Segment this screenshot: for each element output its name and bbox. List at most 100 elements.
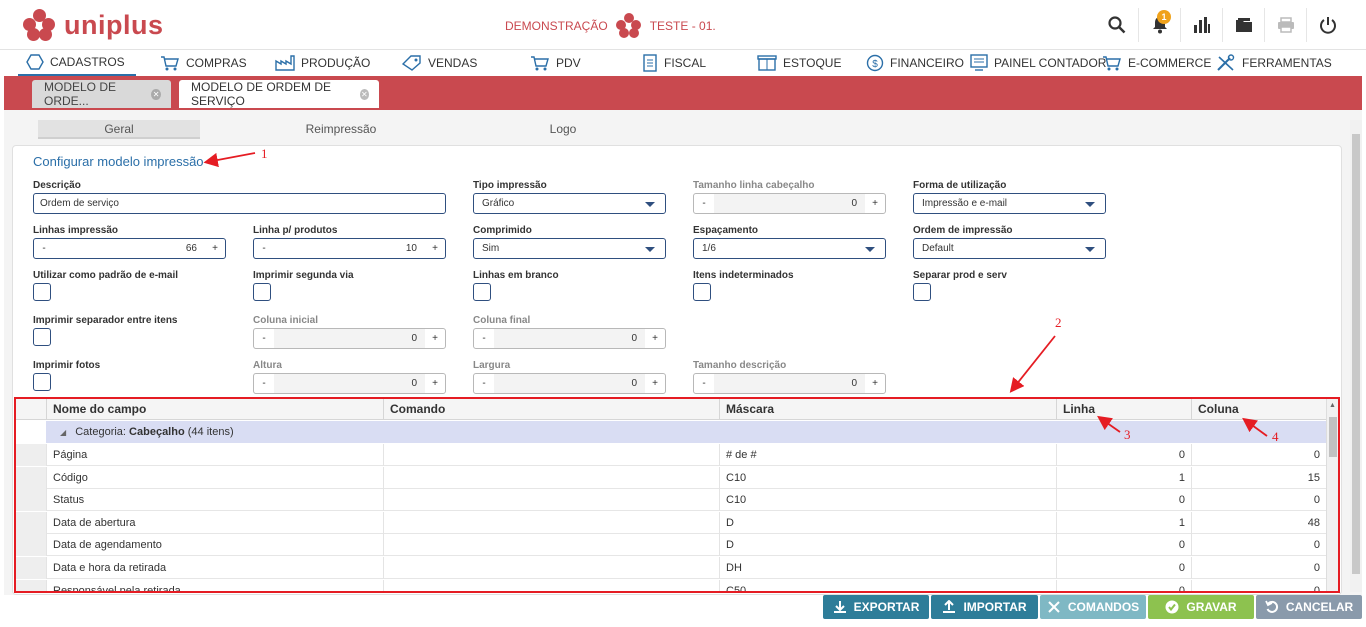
group-row-cabecalho[interactable]: ◢ Categoria: Cabeçalho (44 itens) — [46, 421, 1326, 443]
stepper-value[interactable]: 0 — [494, 329, 645, 348]
itens-indeterminados-checkbox[interactable] — [693, 283, 711, 301]
increment-button[interactable]: + — [425, 329, 445, 348]
table-cell[interactable]: 0 — [1056, 557, 1191, 579]
table-row[interactable]: Data e hora da retirada DH 0 0 — [16, 557, 1326, 579]
table-cell[interactable]: 0 — [1191, 579, 1326, 591]
table-cell[interactable] — [383, 534, 719, 557]
decrement-button[interactable]: - — [694, 374, 714, 393]
linhas-impressao-stepper[interactable]: - 66 + — [33, 238, 226, 259]
decrement-button[interactable]: - — [474, 329, 494, 348]
increment-button[interactable]: + — [425, 239, 445, 258]
collapse-icon[interactable]: ◢ — [60, 428, 66, 437]
separador-itens-checkbox[interactable] — [33, 328, 51, 346]
scroll-thumb[interactable] — [1352, 134, 1360, 574]
menu-vendas[interactable]: VENDAS — [394, 50, 485, 76]
coluna-inicial-stepper[interactable]: - 0 + — [253, 328, 446, 349]
decrement-button[interactable]: - — [694, 194, 714, 213]
stepper-value[interactable]: 66 — [54, 239, 205, 258]
table-row[interactable]: Responsável pela retirada C50 0 0 — [16, 579, 1326, 591]
files-button[interactable] — [1222, 8, 1264, 42]
imprimir-fotos-checkbox[interactable] — [33, 373, 51, 391]
increment-button[interactable]: + — [865, 374, 885, 393]
table-cell[interactable]: 0 — [1056, 489, 1191, 512]
table-row[interactable]: Status C10 0 0 — [16, 489, 1326, 512]
increment-button[interactable]: + — [425, 374, 445, 393]
table-cell[interactable]: Responsável pela retirada — [46, 579, 383, 591]
table-row[interactable]: Página # de #0 0 — [16, 444, 1326, 466]
table-row[interactable]: Código C10 1 15 — [16, 466, 1326, 489]
row-selector[interactable] — [16, 534, 46, 557]
table-cell[interactable] — [383, 444, 719, 466]
row-selector[interactable] — [16, 579, 46, 591]
tamanho-descricao-stepper[interactable]: - 0 + — [693, 373, 886, 394]
comandos-button[interactable]: COMANDOS — [1040, 595, 1146, 619]
table-cell[interactable]: Página — [46, 444, 383, 466]
table-row[interactable]: Data de abertura D 1 48 — [16, 511, 1326, 534]
menu-ferramentas[interactable]: FERRAMENTAS — [1208, 50, 1340, 76]
logout-button[interactable] — [1306, 8, 1348, 42]
print-button[interactable] — [1264, 8, 1306, 42]
notifications-button[interactable]: 1 — [1138, 8, 1180, 42]
forma-utilizacao-select[interactable]: Impressão e e-mail — [913, 193, 1106, 214]
tamanho-linha-cabecalho-stepper[interactable]: - 0 + — [693, 193, 886, 214]
increment-button[interactable]: + — [205, 239, 225, 258]
largura-stepper[interactable]: - 0 + — [473, 373, 666, 394]
menu-estoque[interactable]: ESTOQUE — [749, 50, 849, 76]
stepper-value[interactable]: 0 — [714, 194, 865, 213]
table-cell[interactable]: C10 — [719, 466, 1056, 489]
decrement-button[interactable]: - — [474, 374, 494, 393]
separar-prod-serv-checkbox[interactable] — [913, 283, 931, 301]
gravar-button[interactable]: GRAVAR — [1148, 595, 1254, 619]
menu-fiscal[interactable]: FISCAL — [634, 50, 714, 76]
close-icon[interactable]: ✕ — [151, 88, 161, 100]
padrao-email-checkbox[interactable] — [33, 283, 51, 301]
table-cell[interactable]: Código — [46, 466, 383, 489]
comprimido-select[interactable]: Sim — [473, 238, 666, 259]
increment-button[interactable]: + — [645, 329, 665, 348]
table-cell[interactable]: 0 — [1191, 534, 1326, 557]
row-selector[interactable] — [16, 511, 46, 534]
descricao-input[interactable]: Ordem de serviço — [33, 193, 446, 214]
table-cell[interactable] — [383, 511, 719, 534]
table-cell[interactable]: Status — [46, 489, 383, 512]
subtab-reimpressao[interactable]: Reimpressão — [260, 120, 422, 139]
stepper-value[interactable]: 0 — [714, 374, 865, 393]
search-button[interactable] — [1096, 8, 1138, 42]
table-cell[interactable]: DH — [719, 557, 1056, 579]
segunda-via-checkbox[interactable] — [253, 283, 271, 301]
menu-cadastros[interactable]: CADASTROS — [18, 50, 136, 76]
table-cell[interactable]: 0 — [1191, 444, 1326, 466]
subtab-geral[interactable]: Geral — [38, 120, 200, 139]
column-header-nome[interactable]: Nome do campo — [46, 399, 382, 420]
column-header-coluna[interactable]: Coluna — [1191, 399, 1326, 420]
table-cell[interactable] — [383, 466, 719, 489]
stepper-value[interactable]: 0 — [274, 374, 425, 393]
increment-button[interactable]: + — [865, 194, 885, 213]
brand-logo[interactable]: uniplus — [22, 8, 164, 42]
importar-button[interactable]: IMPORTAR — [931, 595, 1038, 619]
linhas-branco-checkbox[interactable] — [473, 283, 491, 301]
increment-button[interactable]: + — [645, 374, 665, 393]
table-cell[interactable]: C10 — [719, 489, 1056, 512]
close-icon[interactable]: ✕ — [359, 88, 369, 100]
decrement-button[interactable]: - — [254, 239, 274, 258]
tipo-impressao-select[interactable]: Gráfico — [473, 193, 666, 214]
table-cell[interactable]: # de # — [719, 444, 1056, 466]
table-cell[interactable]: 0 — [1056, 444, 1191, 466]
column-header-comando[interactable]: Comando — [383, 399, 719, 420]
row-selector[interactable] — [16, 444, 46, 466]
table-cell[interactable] — [383, 579, 719, 591]
table-cell[interactable]: 0 — [1191, 489, 1326, 512]
menu-financeiro[interactable]: $ FINANCEIRO — [858, 50, 972, 76]
menu-ecommerce[interactable]: E-COMMERCE — [1094, 50, 1219, 76]
exportar-button[interactable]: EXPORTAR — [823, 595, 929, 619]
table-cell[interactable]: D — [719, 511, 1056, 534]
table-cell[interactable]: 0 — [1056, 534, 1191, 557]
page-scrollbar[interactable] — [1350, 120, 1362, 592]
table-cell[interactable]: 48 — [1191, 511, 1326, 534]
table-cell[interactable]: Data de abertura — [46, 511, 383, 534]
table-cell[interactable]: 15 — [1191, 466, 1326, 489]
row-selector[interactable] — [16, 489, 46, 512]
table-cell[interactable]: 1 — [1056, 511, 1191, 534]
row-selector[interactable] — [16, 466, 46, 489]
